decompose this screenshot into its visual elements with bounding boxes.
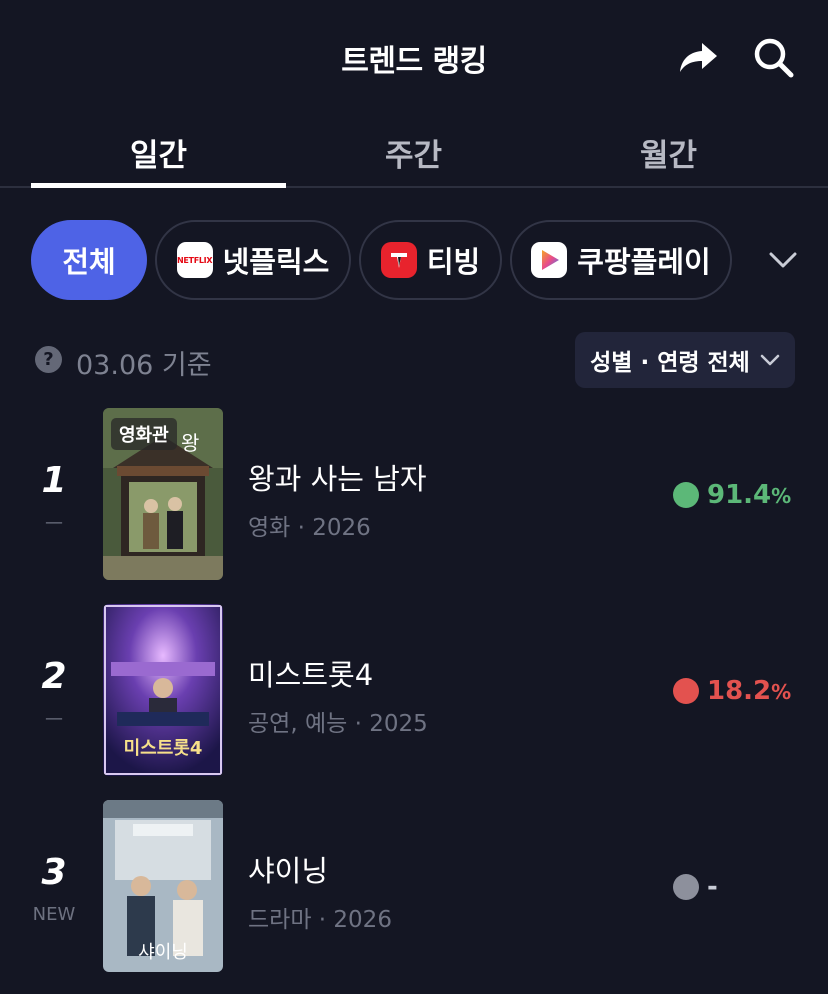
chip-all-label: 전체 (62, 245, 116, 279)
rank-number: 3 (41, 852, 67, 893)
ranking-item[interactable]: 3 NEW 샤이닝 샤이닝 드라마 · 2026 - (0, 800, 828, 972)
score-value: 91.4 (707, 480, 772, 510)
help-icon[interactable]: ? (35, 346, 62, 373)
rank-score: 91.4% (673, 480, 791, 510)
tving-logo-icon (380, 242, 417, 278)
chevron-down-icon (769, 252, 797, 268)
score-value: - (707, 872, 718, 902)
rank-change: NEW (32, 904, 76, 925)
expand-filters-button[interactable] (762, 240, 804, 280)
tab-weekly[interactable]: 주간 (286, 130, 541, 175)
coupang-play-logo-icon (531, 242, 568, 278)
tab-daily[interactable]: 일간 (31, 130, 286, 175)
score-value: 18.2 (707, 676, 772, 706)
score-dot (673, 874, 699, 900)
svg-text:미스트롯4: 미스트롯4 (124, 738, 203, 759)
score-dot (673, 678, 699, 704)
theater-badge: 영화관 (111, 418, 177, 450)
app-header: 트렌드 랭킹 (0, 0, 828, 112)
score-unit: % (771, 484, 792, 508)
rank-change: — (45, 512, 63, 533)
active-tab-indicator (31, 183, 286, 188)
info-row: ? 03.06 기준 성별 · 연령 전체 (0, 332, 828, 388)
share-button[interactable] (676, 36, 720, 80)
demographic-filter-button[interactable]: 성별 · 연령 전체 (575, 332, 795, 388)
search-icon (754, 38, 794, 78)
poster-image: 왕 영화관 (103, 408, 223, 580)
svg-text:왕: 왕 (181, 431, 199, 455)
rank-title: 왕과 사는 남자 (248, 462, 427, 496)
platform-filter-chips: 전체 NETFLIX 넷플릭스 티빙 쿠팡플레이 (0, 220, 828, 300)
rank-score: 18.2% (673, 676, 791, 706)
reference-date: 03.06 기준 (76, 350, 212, 381)
rank-score: - (673, 872, 718, 902)
svg-text:샤이닝: 샤이닝 (138, 942, 188, 963)
chevron-down-icon (760, 354, 780, 366)
rank-change: — (45, 708, 63, 729)
tab-monthly[interactable]: 월간 (541, 130, 796, 175)
demographic-filter-label: 성별 · 연령 전체 (590, 350, 750, 376)
rank-number: 1 (41, 460, 67, 501)
rank-meta: 공연, 예능 · 2025 (248, 711, 428, 737)
search-button[interactable] (752, 36, 796, 80)
period-tabs: 일간 주간 월간 (0, 112, 828, 188)
ranking-item[interactable]: 1 — 왕 영화관 왕과 사는 남자 영화 · 2026 91.4% (0, 408, 828, 580)
poster-image: 샤이닝 (103, 800, 223, 972)
chip-tving-label: 티빙 (426, 245, 481, 279)
rank-meta: 영화 · 2026 (248, 515, 371, 541)
rank-meta: 드라마 · 2026 (248, 907, 392, 933)
chip-coupang-play[interactable]: 쿠팡플레이 (510, 220, 732, 300)
rank-title: 미스트롯4 (248, 658, 374, 692)
score-dot (673, 482, 699, 508)
netflix-logo-icon: NETFLIX (176, 242, 213, 278)
chip-tving[interactable]: 티빙 (359, 220, 502, 300)
rank-number: 2 (41, 656, 67, 697)
rank-title: 샤이닝 (248, 854, 329, 888)
score-unit: % (771, 680, 792, 704)
chip-netflix-label: 넷플릭스 (222, 245, 330, 279)
chip-coupang-play-label: 쿠팡플레이 (577, 245, 711, 279)
chip-netflix[interactable]: NETFLIX 넷플릭스 (155, 220, 351, 300)
poster-image: 미스트롯4 (103, 604, 223, 776)
ranking-item[interactable]: 2 — 미스트롯4 미스트롯4 공연, 예능 · 2025 18.2% (0, 604, 828, 776)
chip-all[interactable]: 전체 (31, 220, 147, 300)
share-arrow-icon (680, 43, 717, 72)
